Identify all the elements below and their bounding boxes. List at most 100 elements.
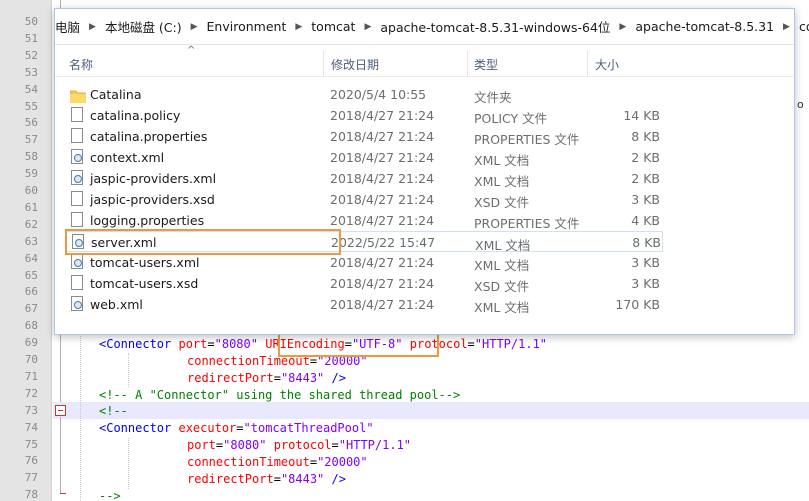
breadcrumb-item[interactable]: tomcat [305, 19, 361, 34]
file-row[interactable]: catalina.properties 2018/4/27 21:24 PROPER… [65, 126, 665, 147]
column-divider[interactable] [467, 51, 468, 77]
fold-end-marker [60, 493, 66, 494]
line-number: 70 [24, 353, 38, 366]
code-token: <Connector [99, 337, 172, 351]
file-name: web.xml [90, 297, 143, 312]
file-icon [71, 275, 84, 291]
code-line-77: redirectPort="8443" /> [187, 472, 346, 486]
code-token: "HTTP/1.1" [474, 337, 548, 351]
column-header-date[interactable]: 修改日期 [331, 56, 379, 73]
breadcrumb-item[interactable]: apache-tomcat-8.5.31-windows-64位 [374, 17, 616, 36]
file-date: 2018/4/27 21:24 [330, 297, 435, 312]
code-token: connectionTimeout [187, 455, 310, 469]
file-name: catalina.properties [90, 129, 208, 144]
breadcrumb-item[interactable]: Environment [201, 19, 293, 34]
file-size: 3 KB [631, 192, 660, 207]
code-token: "20000" [317, 455, 368, 469]
column-divider[interactable] [323, 51, 324, 77]
file-icon [71, 107, 84, 123]
file-date: 2018/4/27 21:24 [330, 255, 435, 270]
line-number: 61 [24, 200, 38, 214]
code-token: "8080" [223, 438, 267, 452]
xml-file-icon [71, 254, 84, 270]
line-number: 58 [24, 150, 38, 164]
current-line-highlight [53, 402, 809, 419]
indent-guide [128, 353, 129, 387]
chevron-right-icon[interactable]: ▶ [292, 22, 305, 32]
server-xml-highlight-box [65, 229, 341, 255]
file-date: 2018/4/27 21:24 [330, 150, 435, 165]
code-token: port [187, 438, 216, 452]
file-type: XSD 文件 [474, 279, 530, 294]
file-name: logging.properties [90, 213, 205, 228]
address-bar[interactable]: 电脑 ▶ 本地磁盘 (C:) ▶ Environment ▶ tomcat ▶ apache-t… [55, 9, 809, 45]
chevron-right-icon[interactable]: ▶ [86, 22, 99, 32]
breadcrumb-item[interactable]: apache-tomcat-8.5.31 [629, 19, 780, 34]
code-line-71: redirectPort="8443" /> [187, 371, 346, 385]
file-row[interactable]: tomcat-users.xsd 2018/4/27 21:24 XSD 文件 3 K… [65, 273, 665, 294]
chevron-right-icon[interactable]: ▶ [188, 22, 201, 32]
file-type: XML 文档 [474, 300, 530, 315]
file-date: 2018/4/27 21:24 [330, 213, 435, 228]
file-row[interactable]: catalina.policy 2018/4/27 21:24 POLICY 文件 1… [65, 105, 665, 126]
file-row[interactable]: logging.properties 2018/4/27 21:24 PROPERT… [65, 210, 665, 231]
file-row[interactable]: context.xml 2018/4/27 21:24 XML 文档 2 KB [65, 147, 665, 168]
line-number: 50 [24, 15, 38, 28]
file-row[interactable]: tomcat-users.xml 2018/4/27 21:24 XML 文档 3 K… [65, 252, 665, 273]
fold-toggle-icon[interactable] [55, 405, 66, 416]
column-header-size[interactable]: 大小 [595, 56, 619, 73]
file-size: 3 KB [631, 276, 660, 291]
code-line-78: --> [99, 489, 121, 501]
line-number: 56 [24, 116, 38, 130]
file-name: Catalina [90, 87, 142, 102]
code-token: redirectPort [187, 371, 274, 385]
code-line-76: connectionTimeout="20000" [187, 455, 368, 469]
line-number: 76 [24, 454, 38, 468]
file-type: XML 文档 [474, 174, 530, 189]
line-number: 73 [24, 403, 38, 417]
column-header-type[interactable]: 类型 [474, 56, 498, 73]
line-number: 74 [24, 420, 38, 434]
line-number: 59 [24, 167, 38, 181]
column-divider[interactable] [587, 51, 588, 77]
breadcrumb-item[interactable]: conf [793, 19, 809, 34]
file-type: 文件夹 [474, 90, 512, 105]
file-row[interactable]: Catalina 2020/5/4 10:55 文件夹 [65, 84, 665, 105]
code-token: /> [324, 371, 346, 385]
chevron-right-icon[interactable]: ▶ [361, 22, 374, 32]
file-size: 4 KB [631, 213, 660, 228]
file-explorer-window[interactable]: 电脑 ▶ 本地磁盘 (C:) ▶ Environment ▶ tomcat ▶ apache-t… [54, 8, 809, 335]
line-number: 55 [24, 99, 38, 113]
file-row[interactable]: web.xml 2018/4/27 21:24 XML 文档 170 KB [65, 294, 665, 315]
code-token: <Connector [99, 421, 172, 435]
line-number: 69 [24, 336, 38, 350]
file-type: PROPERTIES 文件 [474, 216, 580, 231]
file-name: catalina.policy [90, 108, 181, 123]
line-number: 62 [24, 217, 38, 231]
file-row[interactable]: jaspic-providers.xml 2018/4/27 21:24 XML 文… [65, 168, 665, 189]
breadcrumb-item[interactable]: 电脑 [55, 17, 86, 36]
code-line-72: <!-- A "Connector" using the shared thre… [99, 388, 461, 402]
chevron-right-icon[interactable]: ▶ [780, 22, 793, 32]
file-date: 2020/5/4 10:55 [330, 87, 427, 102]
file-icon [71, 128, 84, 144]
fold-guide-inner [60, 417, 61, 493]
file-name: tomcat-users.xsd [90, 276, 199, 291]
file-name: jaspic-providers.xsd [90, 192, 215, 207]
file-date: 2018/4/27 21:24 [330, 192, 435, 207]
file-size: 3 KB [631, 255, 660, 270]
file-date: 2018/4/27 21:24 [330, 171, 435, 186]
code-line-73: <!-- [99, 404, 128, 418]
code-token: "8443" [280, 472, 325, 486]
code-line-75: port="8080" protocol="HTTP/1.1" [187, 438, 412, 452]
line-number: 51 [24, 31, 38, 45]
chevron-right-icon[interactable]: ▶ [616, 22, 629, 32]
line-number: 64 [24, 251, 38, 265]
file-name: tomcat-users.xml [90, 255, 200, 270]
breadcrumb-item[interactable]: 本地磁盘 (C:) [99, 17, 188, 36]
file-row[interactable]: jaspic-providers.xsd 2018/4/27 21:24 XSD 文… [65, 189, 665, 210]
line-number: 65 [24, 268, 38, 282]
column-header-name[interactable]: 名称 [69, 56, 93, 73]
sort-ascending-icon: ^ [187, 45, 196, 56]
file-date: 2018/4/27 21:24 [330, 276, 435, 291]
